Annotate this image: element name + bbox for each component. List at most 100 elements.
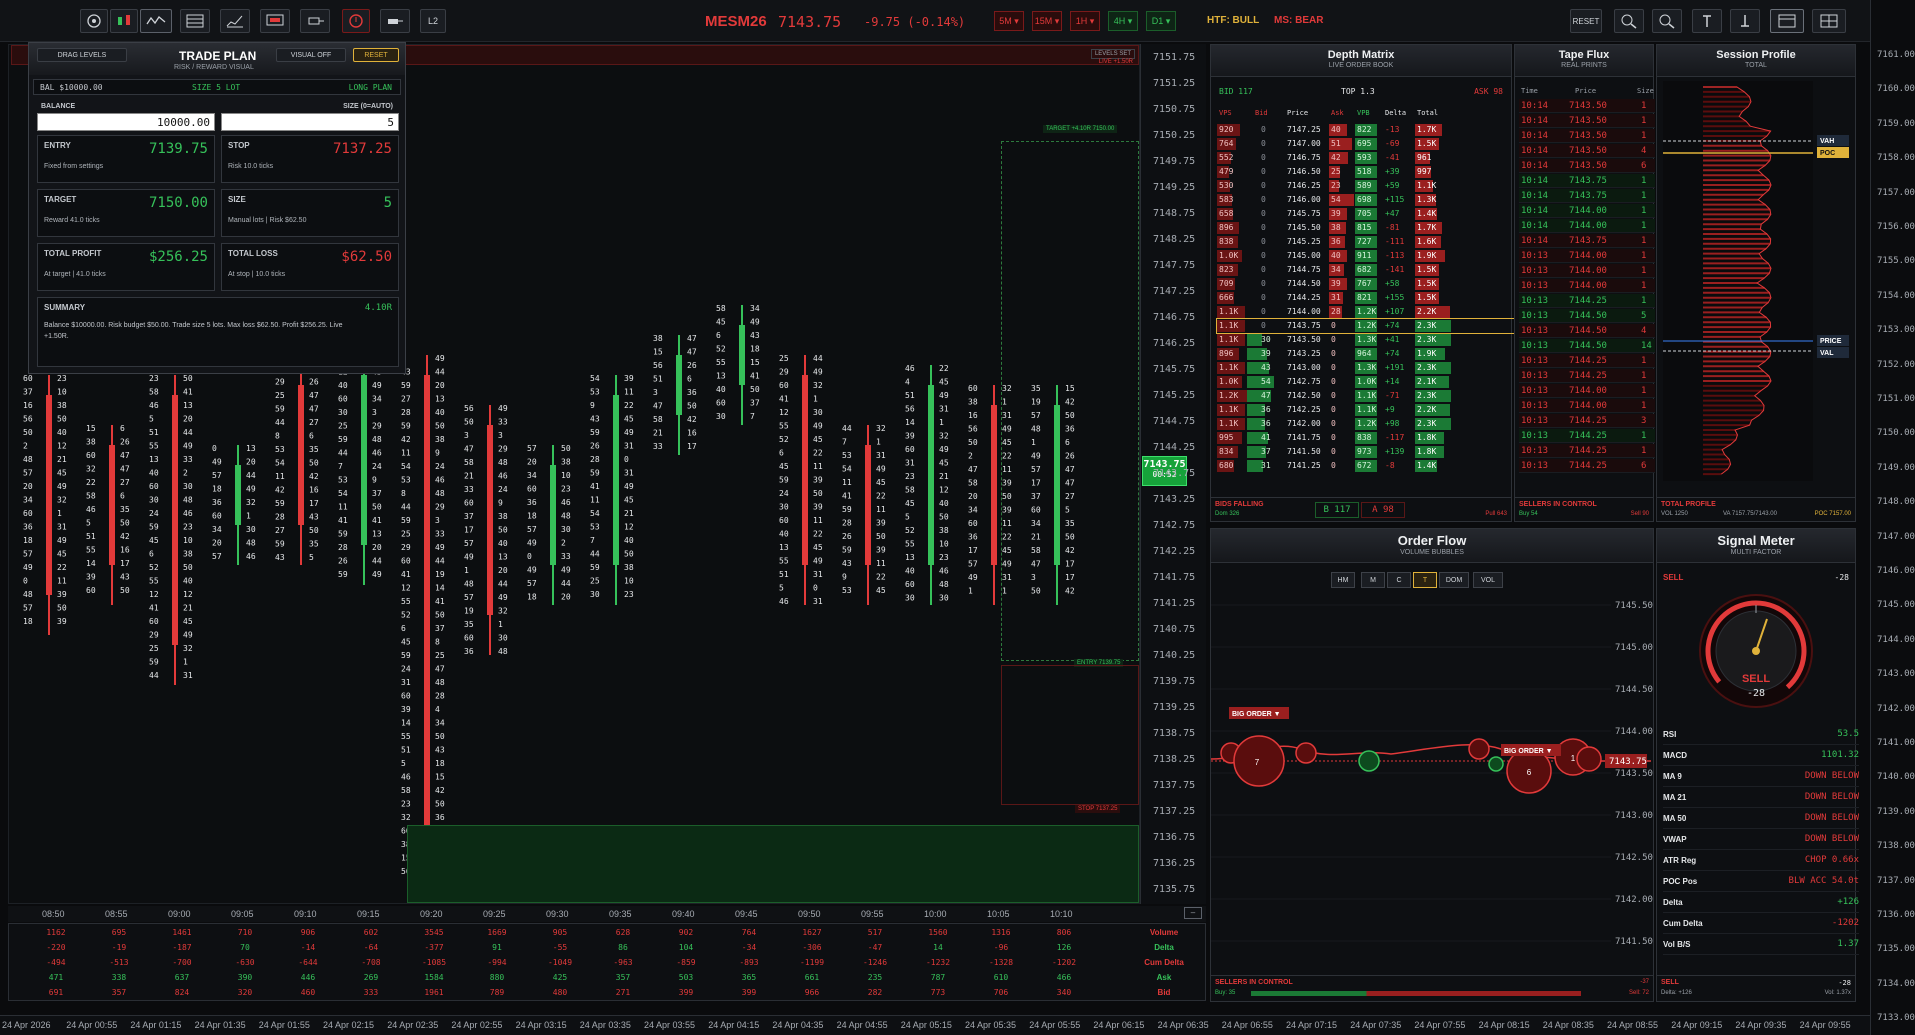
timeframe-d1[interactable]: D1 ▾ [1146,11,1176,31]
volume-bubble[interactable] [1576,746,1602,772]
of-mode-c[interactable]: C [1387,572,1411,588]
volume-bubble[interactable] [1488,756,1504,772]
dm-row[interactable]: 1.1K 0 7144.00 28 1.2K +107 2.2K [1217,305,1515,319]
tape-list[interactable]: Time Price Size 10:14 7143.50 1 10:14 7143.50 1 1… [1515,85,1655,485]
of-mode-dom[interactable]: DOM [1439,572,1469,588]
l2-button[interactable]: L2 [420,9,446,33]
candle-body[interactable] [424,375,430,845]
visual-off-button[interactable]: VISUAL OFF [276,48,346,62]
dm-row[interactable]: 658 0 7145.75 39 705 +47 1.4K [1217,207,1515,221]
candle-body[interactable] [487,425,493,615]
volume-bubble[interactable] [1468,738,1490,760]
tape-print: 10:13 7144.25 3 [1519,414,1655,428]
dm-row[interactable]: 552 0 7146.75 42 593 -41 961 [1217,151,1515,165]
monitor-icon[interactable] [260,9,290,33]
dm-row[interactable]: 834 37 7141.50 0 973 +139 1.8K [1217,445,1515,459]
zoom-in-icon[interactable] [1614,9,1644,33]
alert-icon[interactable] [342,9,370,33]
target-icon[interactable] [80,9,108,33]
collapse-button[interactable]: – [1184,907,1202,919]
footprint-ask: 9 [498,499,503,508]
candle-body[interactable] [235,465,241,525]
line-up-icon[interactable] [1692,9,1722,33]
candle-body[interactable] [739,325,745,385]
candle-body[interactable] [991,405,997,565]
candle-body[interactable] [865,445,871,565]
volume-bubble[interactable] [1295,742,1317,764]
dm-row[interactable]: 479 0 7146.50 25 518 +39 997 [1217,165,1515,179]
footprint-ask: 48 [561,512,571,521]
dm-row[interactable]: 583 0 7146.00 54 698 +115 1.3K [1217,193,1515,207]
of-price-tick: 7145.50 [1615,601,1653,611]
candle-body[interactable] [550,465,556,565]
balance-input[interactable]: 10000.00 [37,113,215,131]
dm-row[interactable]: 1.1K 30 7143.50 0 1.3K +41 2.3K [1217,333,1515,347]
footprint-bid: 43 [275,553,285,562]
drag-levels-button[interactable]: DRAG LEVELS [37,48,127,62]
candle-body[interactable] [613,395,619,565]
dm-row[interactable]: 680 31 7141.25 0 672 -8 1.4K [1217,459,1515,473]
volume-bubble-chart[interactable]: 7145.50 7145.00 7144.50 7144.00 7143.50 7143.… [1211,589,1653,969]
candle-body[interactable] [361,375,367,545]
of-mode-t[interactable]: T [1413,572,1437,588]
dm-row[interactable]: 920 0 7147.25 40 822 -13 1.7K [1217,123,1515,137]
dm-vpb: 682 [1357,265,1372,274]
of-mode-hm[interactable]: HM [1331,572,1355,588]
dm-row[interactable]: 838 0 7145.25 36 727 -111 1.6K [1217,235,1515,249]
target-tag[interactable]: TARGET +4.10R 7150.00 [1043,125,1118,133]
dm-row[interactable]: 1.1K 36 7142.25 0 1.1K +9 2.2K [1217,403,1515,417]
trade-plan-panel[interactable]: DRAG LEVELS TRADE PLAN RISK / REWARD VIS… [28,42,406,374]
big-order-tag[interactable]: BIG ORDER ▼ [1232,711,1281,718]
dm-row[interactable]: 709 0 7144.50 39 767 +58 1.5K [1217,277,1515,291]
timeframe-1h[interactable]: 1H ▾ [1070,11,1100,31]
candle-body[interactable] [928,385,934,565]
dm-row[interactable]: 896 0 7145.50 38 815 -81 1.7K [1217,221,1515,235]
dm-row[interactable]: 1.0K 0 7145.00 40 911 -113 1.9K [1217,249,1515,263]
volume-bubble[interactable] [1358,750,1380,772]
of-mode-vol[interactable]: VOL [1473,572,1503,588]
candle-body[interactable] [676,355,682,415]
dm-row[interactable]: 823 0 7144.75 34 682 -141 1.5K [1217,263,1515,277]
dm-row[interactable]: 1.1K 43 7143.00 0 1.3K +191 2.3K [1217,361,1515,375]
stop-tag[interactable]: STOP 7137.25 [1075,805,1121,813]
grid-icon[interactable] [1812,9,1846,33]
line-down-icon[interactable] [1730,9,1760,33]
dm-row[interactable]: 896 39 7143.25 0 964 +74 1.9K [1217,347,1515,361]
of-mode-m[interactable]: M [1361,572,1385,588]
candles-icon[interactable] [110,9,138,33]
layout-icon[interactable] [1770,9,1804,33]
dm-row[interactable]: 995 41 7141.75 0 838 -117 1.8K [1217,431,1515,445]
wave-icon[interactable] [140,9,172,33]
candle-body[interactable] [802,375,808,565]
candle-body[interactable] [46,395,52,595]
time-tick: 09:00 [168,909,191,919]
timeframe-15m[interactable]: 15M ▾ [1032,11,1062,31]
reset-plan-button[interactable]: RESET [353,48,399,62]
candle-body[interactable] [109,445,115,565]
timeframe-4h[interactable]: 4H ▾ [1108,11,1138,31]
reset-button[interactable]: RESET [1570,9,1602,33]
line-chart-icon[interactable] [220,9,250,33]
dm-row[interactable]: 764 0 7147.00 51 695 -69 1.5K [1217,137,1515,151]
price-tick: 7137.25 [1153,806,1196,817]
size-input[interactable]: 5 [221,113,399,131]
level-icon[interactable] [300,9,330,33]
candle-body[interactable] [298,385,304,525]
volume-profile-chart[interactable]: VAH POC PRICE VAL [1657,81,1855,493]
depth-matrix-table[interactable]: VPS Bid Price Ask VPB Delta Total 920 0 7147.25 40… [1211,107,1516,477]
marker-icon[interactable] [380,9,410,33]
big-order-tag[interactable]: BIG ORDER ▼ [1504,748,1553,755]
footprint-ask: 32 [246,498,256,507]
price-axis[interactable]: 7143.75 00:52 7151.75 7151.25 7150.75 7150.… [1140,44,1206,904]
dm-row[interactable]: 530 0 7146.25 23 589 +59 1.1K [1217,179,1515,193]
dm-row[interactable]: 1.1K 36 7142.00 0 1.2K +98 2.3K [1217,417,1515,431]
dm-row[interactable]: 1.0K 54 7142.75 0 1.0K +14 2.1K [1217,375,1515,389]
timeframe-5m[interactable]: 5M ▾ [994,11,1024,31]
candle-body[interactable] [172,395,178,645]
zoom-out-icon[interactable] [1652,9,1682,33]
tape-time: 10:13 [1521,461,1549,471]
dm-row[interactable]: 1.1K 0 7143.75 0 1.2K +74 2.3K [1216,318,1516,334]
table-icon[interactable] [180,9,210,33]
dm-row[interactable]: 1.2K 47 7142.50 0 1.1K -71 2.3K [1217,389,1515,403]
dm-row[interactable]: 666 0 7144.25 31 821 +155 1.5K [1217,291,1515,305]
